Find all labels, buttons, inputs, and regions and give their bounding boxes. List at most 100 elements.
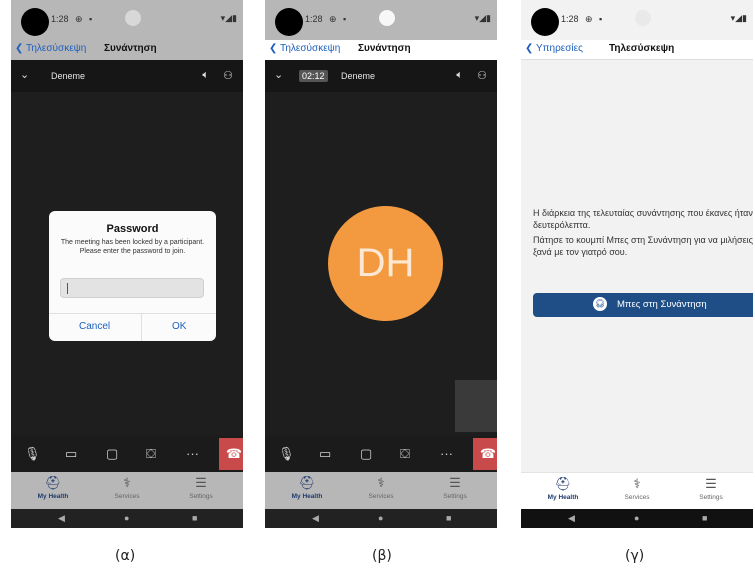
- back-label: Τηλεσύσκεψη: [25, 43, 87, 54]
- nav-title: Τηλεσύσκεψη: [609, 43, 675, 54]
- tab-my-health[interactable]: ⛑ My Health: [533, 476, 593, 501]
- hang-up-icon: ☎: [225, 446, 243, 461]
- chat-icon[interactable]: ▢: [360, 446, 372, 462]
- more-icon[interactable]: ···: [186, 446, 199, 461]
- hang-up-icon: ☎: [479, 446, 497, 461]
- my-health-icon: ⛑: [554, 476, 572, 491]
- back-button[interactable]: ❮ Τηλεσύσκεψη: [269, 43, 340, 54]
- tab-services[interactable]: ⚕ Services: [351, 475, 411, 500]
- system-home-icon[interactable]: ●: [378, 513, 383, 523]
- system-recents-icon[interactable]: ■: [192, 513, 197, 523]
- system-home-icon[interactable]: ●: [634, 513, 639, 523]
- tab-label: Services: [114, 493, 140, 500]
- system-home-icon[interactable]: ●: [124, 513, 129, 523]
- meeting-summary: Η διάρκεια της τελευταίας συνάντησης που…: [533, 208, 753, 263]
- hang-up-button[interactable]: ☎: [219, 438, 243, 470]
- video-camera-icon[interactable]: ▭: [65, 446, 77, 462]
- camera-notch: [125, 10, 141, 26]
- collapse-chevron-icon[interactable]: ⌄: [20, 68, 29, 81]
- rejoin-instructions-text: Πάτησε το κουμπί Μπες στη Συνάντηση για …: [533, 235, 753, 258]
- tab-my-health[interactable]: ⛑ My Health: [23, 475, 83, 500]
- tab-settings[interactable]: ☰ Settings: [681, 476, 741, 501]
- status-bar: 1:28 ⊕ ▪ ▾◢▮: [521, 0, 753, 40]
- text-caret: [67, 283, 68, 294]
- back-button[interactable]: ❮ Υπηρεσίες: [525, 43, 583, 54]
- caption-c: (γ): [625, 548, 645, 564]
- status-bar: 1:28 ⊕ ▪ ▾◢▮: [11, 0, 243, 40]
- tab-label: Settings: [189, 493, 213, 500]
- back-label: Τηλεσύσκεψη: [279, 43, 341, 54]
- front-camera: [275, 8, 303, 36]
- microphone-icon[interactable]: 🎙︎: [24, 446, 41, 462]
- dialog-title: Password: [106, 223, 159, 235]
- bottom-tab-bar: ⛑ My Health ⚕ Services ☰ Settings: [265, 472, 497, 509]
- chat-icon[interactable]: ▢: [106, 446, 118, 462]
- signal-battery-icons: ▾◢▮: [220, 13, 237, 23]
- tab-services[interactable]: ⚕ Services: [607, 476, 667, 501]
- speaker-icon[interactable]: 🔈︎: [456, 69, 463, 82]
- meeting-toolbar: 🎙︎ ▭ ▢ ⛋ ··· ☎: [265, 436, 497, 472]
- last-meeting-duration-text: Η διάρκεια της τελευταίας συνάντησης που…: [533, 208, 753, 230]
- speaker-icon[interactable]: 🔈︎: [202, 69, 209, 82]
- video-camera-icon[interactable]: ▭: [319, 446, 331, 462]
- hang-up-button[interactable]: ☎: [473, 438, 497, 470]
- participant-avatar: DH: [328, 206, 443, 321]
- dialog-message: The meeting has been locked by a partici…: [60, 239, 205, 255]
- system-recents-icon[interactable]: ■: [702, 513, 707, 523]
- status-notification-icons: ⊕ ▪: [329, 14, 349, 24]
- meeting-name: Deneme: [51, 71, 86, 81]
- services-icon: ⚕: [633, 476, 641, 491]
- collapse-chevron-icon[interactable]: ⌄: [274, 68, 283, 81]
- caption-a: (α): [115, 548, 136, 564]
- system-nav-bar: ◀ ● ■: [11, 509, 243, 528]
- meeting-name: Deneme: [341, 71, 376, 81]
- back-label: Υπηρεσίες: [535, 43, 583, 54]
- status-time: 1:28: [305, 14, 323, 24]
- tab-services[interactable]: ⚕ Services: [97, 475, 157, 500]
- more-icon[interactable]: ···: [440, 446, 453, 461]
- ok-button[interactable]: OK: [172, 321, 186, 332]
- system-back-icon[interactable]: ◀: [568, 513, 575, 524]
- tab-label: My Health: [291, 493, 323, 500]
- tab-label: My Health: [37, 493, 69, 500]
- tab-settings[interactable]: ☰ Settings: [425, 475, 485, 500]
- self-view-thumbnail[interactable]: [455, 380, 497, 432]
- tab-label: Services: [368, 493, 394, 500]
- status-time: 1:28: [51, 14, 69, 24]
- microphone-icon[interactable]: 🎙︎: [278, 446, 295, 462]
- system-recents-icon[interactable]: ■: [446, 513, 451, 523]
- toolbox-icon[interactable]: ⛋: [146, 446, 156, 462]
- status-time: 1:28: [561, 14, 579, 24]
- status-notification-icons: ⊕ ▪: [585, 14, 605, 24]
- tab-label: My Health: [547, 494, 579, 501]
- my-health-icon: ⛑: [44, 475, 62, 490]
- back-button[interactable]: ❮ Τηλεσύσκεψη: [15, 43, 86, 54]
- phone-screen-b: 1:28 ⊕ ▪ ▾◢▮ ❮ Τηλεσύσκεψη Συνάντηση ⌄ 0…: [265, 0, 497, 528]
- camera-notch: [635, 10, 651, 26]
- navigation-bar: ❮ Τηλεσύσκεψη Συνάντηση: [265, 40, 497, 60]
- nav-title: Συνάντηση: [104, 43, 157, 54]
- headset-icon: 🎧︎: [593, 297, 607, 311]
- bottom-tab-bar: ⛑ My Health ⚕ Services ☰ Settings: [521, 472, 753, 509]
- system-back-icon[interactable]: ◀: [312, 513, 319, 524]
- bottom-tab-bar: ⛑ My Health ⚕ Services ☰ Settings: [11, 472, 243, 509]
- enter-meeting-button[interactable]: 🎧︎ Μπες στη Συνάντηση: [533, 293, 753, 317]
- participants-icon[interactable]: ⚇: [223, 69, 233, 82]
- password-input[interactable]: [60, 278, 204, 298]
- tab-settings[interactable]: ☰ Settings: [171, 475, 231, 500]
- front-camera: [531, 8, 559, 36]
- menu-icon: ☰: [449, 475, 461, 490]
- tab-my-health[interactable]: ⛑ My Health: [277, 475, 337, 500]
- tab-label: Settings: [443, 493, 467, 500]
- meeting-timer: 02:12: [299, 70, 328, 82]
- system-back-icon[interactable]: ◀: [58, 513, 65, 524]
- meeting-top-bar: ⌄ Deneme 🔈︎ ⚇: [11, 60, 243, 92]
- toolbox-icon[interactable]: ⛋: [400, 446, 410, 462]
- status-notification-icons: ⊕ ▪: [75, 14, 95, 24]
- system-nav-bar: ◀ ● ■: [265, 509, 497, 528]
- status-bar: 1:28 ⊕ ▪ ▾◢▮: [265, 0, 497, 40]
- caption-b: (β): [372, 548, 392, 564]
- participants-icon[interactable]: ⚇: [477, 69, 487, 82]
- signal-battery-icons: ▾◢▮: [730, 13, 747, 23]
- cancel-button[interactable]: Cancel: [79, 321, 110, 332]
